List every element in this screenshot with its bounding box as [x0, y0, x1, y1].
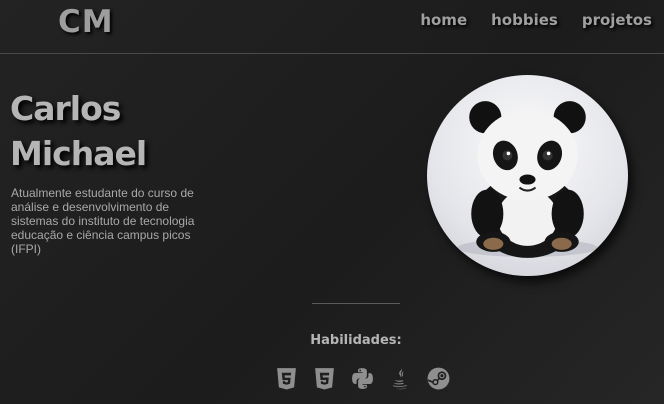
nav-projetos-link[interactable]: projetos — [582, 11, 652, 29]
java-icon — [388, 366, 413, 391]
hero-name-first: Carlos — [10, 89, 121, 128]
skills-title: Habilidades: — [310, 333, 402, 348]
hero-description: Atualmente estudante do curso de análise… — [11, 186, 195, 256]
hero-name-last: Michael — [10, 134, 147, 173]
nav-home-link[interactable]: home — [420, 11, 467, 29]
panda-illustration — [457, 101, 598, 258]
html5-icon — [274, 366, 299, 391]
site-header: CM home hobbies projetos — [0, 0, 664, 54]
css3-icon — [312, 366, 337, 391]
section-divider — [312, 303, 400, 304]
python-icon — [350, 366, 375, 391]
profile-avatar — [427, 75, 628, 276]
steam-icon — [426, 366, 451, 391]
site-logo[interactable]: CM — [58, 4, 114, 40]
nav-hobbies-link[interactable]: hobbies — [491, 11, 558, 29]
hero-name: Carlos Michael — [10, 86, 147, 176]
main-nav: home hobbies projetos — [420, 11, 652, 29]
skills-icons — [274, 366, 451, 391]
